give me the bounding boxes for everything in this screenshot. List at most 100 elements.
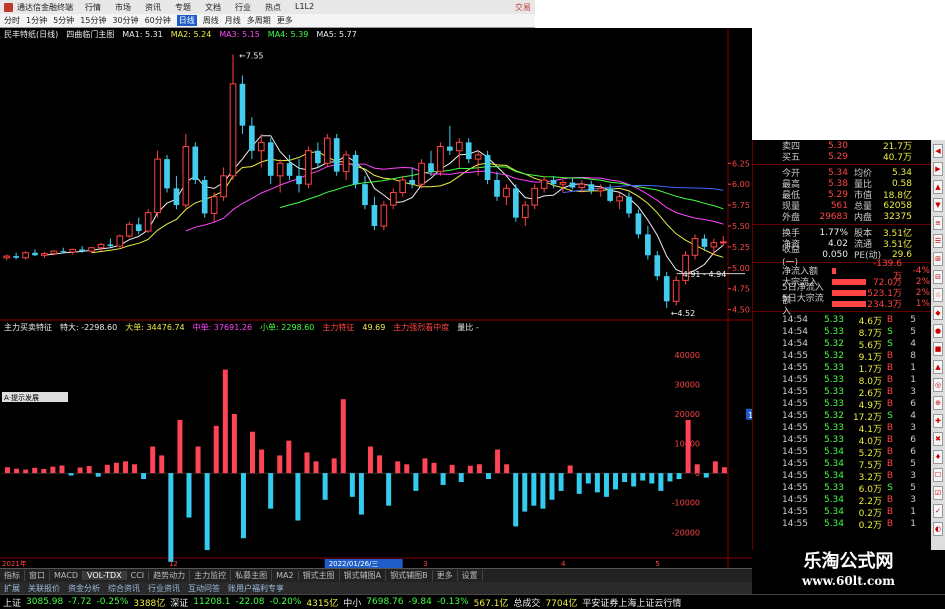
candle-body[interactable]	[672, 279, 680, 302]
toolbar-icon[interactable]: ✚	[933, 414, 943, 428]
candle-body[interactable]	[597, 187, 605, 192]
candle-body[interactable]	[616, 196, 623, 202]
toolbar-icon[interactable]: ◎	[933, 378, 943, 392]
period-button[interactable]: 日线	[176, 15, 197, 26]
indicator-tab[interactable]: 钢式主图	[299, 570, 340, 581]
candle-body[interactable]	[380, 204, 388, 227]
candle-body[interactable]	[22, 252, 29, 259]
candle-body[interactable]	[578, 183, 586, 189]
toolbar-icon[interactable]: ◀	[933, 144, 943, 158]
candle-body[interactable]	[192, 146, 199, 180]
candle-body[interactable]	[418, 162, 425, 185]
candle-body[interactable]	[229, 83, 237, 177]
indicator-tab[interactable]: 窗口	[25, 570, 50, 581]
menu-item[interactable]: 行业	[235, 2, 251, 13]
indicator-tab[interactable]: MACD	[50, 571, 83, 580]
candle-body[interactable]	[249, 125, 255, 151]
candle-body[interactable]	[521, 204, 529, 219]
info-tab[interactable]: 行业资讯	[144, 583, 184, 594]
menu-item[interactable]: 文档	[205, 2, 221, 13]
indicator-tab[interactable]: CCI	[127, 571, 150, 580]
candle-body[interactable]	[540, 179, 548, 189]
candle-body[interactable]	[399, 179, 407, 194]
candle-body[interactable]	[626, 196, 632, 214]
menu-item[interactable]: L1L2	[295, 2, 314, 13]
candle-body[interactable]	[691, 238, 699, 256]
toolbar-icon[interactable]: ▲	[933, 180, 943, 194]
menu-item[interactable]: 行情	[85, 2, 101, 13]
indicator-tab[interactable]: 主力监控	[190, 570, 232, 581]
candle-body[interactable]	[135, 224, 142, 232]
candle-body[interactable]	[315, 150, 321, 164]
toolbar-icon[interactable]: ▲	[933, 360, 943, 374]
trade-login-button[interactable]: 交易	[515, 2, 531, 13]
toolbar-icon[interactable]: ⊕	[933, 396, 943, 410]
candle-body[interactable]	[474, 154, 482, 160]
indicator-name[interactable]: 主力买卖特征	[4, 322, 52, 333]
candle-body[interactable]	[144, 212, 152, 232]
candle-body[interactable]	[428, 163, 434, 172]
toolbar-icon[interactable]: ●	[933, 324, 943, 338]
period-button[interactable]: 多周期	[247, 15, 271, 26]
toolbar-icon[interactable]: ♦	[933, 450, 943, 464]
chart-area[interactable]: 6.25 6.00 5.75 5.50 5.25 5.00 4.75 4.50 ←7.55 ←4.…	[0, 28, 752, 568]
toolbar-icon[interactable]: ☑	[933, 486, 943, 500]
candle-body[interactable]	[41, 253, 48, 256]
toolbar-icon[interactable]: ☆	[933, 288, 943, 302]
indicator-tab[interactable]: 设置	[458, 570, 483, 581]
candle-body[interactable]	[88, 247, 95, 252]
candle-body[interactable]	[465, 142, 472, 160]
toolbar-icon[interactable]: ▶	[933, 162, 943, 176]
candle-body[interactable]	[389, 192, 397, 206]
candle-body[interactable]	[550, 180, 557, 185]
candle-body[interactable]	[267, 142, 274, 176]
period-button[interactable]: 1分钟	[26, 15, 47, 26]
toolbar-icon[interactable]: ✓	[933, 504, 943, 518]
candle-body[interactable]	[60, 251, 67, 253]
info-tab[interactable]: 关联报价	[24, 583, 64, 594]
candle-body[interactable]	[352, 154, 359, 185]
candle-body[interactable]	[635, 213, 642, 235]
candle-body[interactable]	[257, 141, 265, 152]
toolbar-icon[interactable]: ▼	[933, 198, 943, 212]
candle-body[interactable]	[645, 234, 651, 256]
candle-body[interactable]	[342, 154, 350, 173]
candle-body[interactable]	[494, 180, 500, 197]
info-tab[interactable]: 账用户福利专享	[224, 583, 288, 594]
menu-item[interactable]: 市场	[115, 2, 131, 13]
indicator-tab[interactable]: 趋势动力	[149, 570, 191, 581]
indicator-tab[interactable]: 私募主图	[231, 570, 273, 581]
candle-body[interactable]	[531, 187, 539, 206]
candle-body[interactable]	[607, 188, 613, 201]
menu-item[interactable]: 热点	[265, 2, 281, 13]
indicator-tab[interactable]: 钢式辅图A	[340, 570, 387, 581]
side-label[interactable]: A·提示发展	[4, 393, 39, 402]
candle-body[interactable]	[323, 137, 331, 164]
info-tab[interactable]: 综合资讯	[104, 583, 144, 594]
indicator-tab[interactable]: 钢式辅图B	[386, 570, 433, 581]
candle-body[interactable]	[3, 255, 11, 259]
info-tab[interactable]: 资金分析	[64, 583, 104, 594]
candle-body[interactable]	[409, 180, 415, 185]
candle-body[interactable]	[201, 180, 208, 214]
candle-body[interactable]	[333, 138, 340, 172]
menu-item[interactable]: 资讯	[145, 2, 161, 13]
candle-body[interactable]	[569, 182, 576, 188]
candle-body[interactable]	[455, 141, 463, 152]
toolbar-icon[interactable]: ✖	[933, 432, 943, 446]
info-tab[interactable]: 互动问答	[184, 583, 224, 594]
candle-body[interactable]	[588, 184, 595, 191]
period-button[interactable]: 30分钟	[112, 15, 138, 26]
candle-body[interactable]	[79, 249, 85, 252]
period-button[interactable]: 60分钟	[145, 15, 171, 26]
candle-body[interactable]	[371, 205, 378, 226]
period-button[interactable]: 分时	[4, 15, 20, 26]
period-button[interactable]: 月线	[225, 15, 241, 26]
toolbar-icon[interactable]: ◐	[933, 522, 943, 536]
candle-body[interactable]	[13, 256, 19, 258]
toolbar-icon[interactable]: ≡	[933, 216, 943, 230]
candle-body[interactable]	[305, 150, 312, 185]
candle-body[interactable]	[503, 187, 510, 198]
candle-body[interactable]	[107, 244, 114, 247]
indicator-tab[interactable]: 指标	[0, 570, 25, 581]
